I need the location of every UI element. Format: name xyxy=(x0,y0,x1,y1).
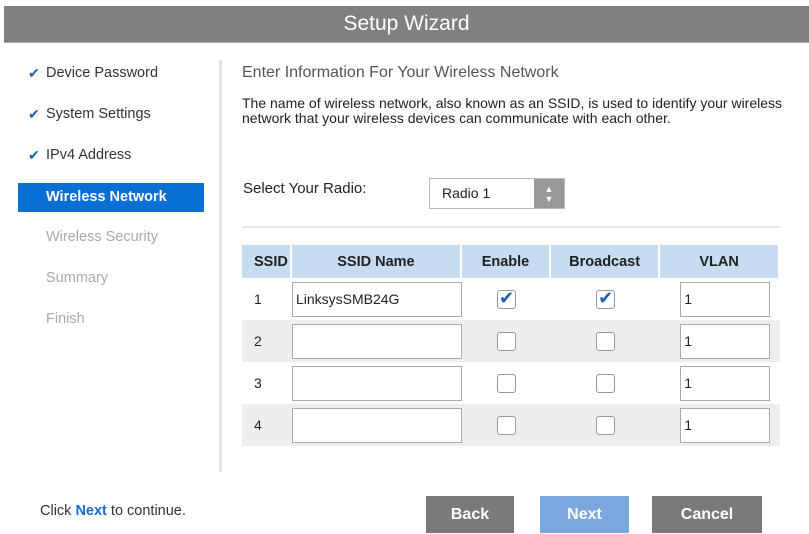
check-icon: ✔ xyxy=(28,147,40,163)
ssid-name-input[interactable] xyxy=(291,365,462,401)
ssid-name-input[interactable]: LinksysSMB24G xyxy=(291,281,462,317)
step-wireless-security: Wireless Security xyxy=(46,229,158,245)
step-ipv4-address[interactable]: ✔ IPv4 Address xyxy=(18,142,204,183)
enable-checkbox[interactable] xyxy=(496,373,516,393)
ssid-number: 3 xyxy=(254,375,262,391)
ssid-table: SSID SSID Name Enable Broadcast VLAN 1 L… xyxy=(242,245,780,446)
wizard-title: Setup Wizard xyxy=(4,6,809,43)
footer-hint: Click Next to continue. xyxy=(40,503,186,519)
ssid-name-input[interactable] xyxy=(291,407,462,443)
col-vlan: VLAN xyxy=(660,245,780,278)
enable-checkbox[interactable] xyxy=(496,415,516,435)
col-ssid-name: SSID Name xyxy=(291,245,462,278)
radio-label: Select Your Radio: xyxy=(243,180,367,197)
enable-checkbox[interactable] xyxy=(496,331,516,351)
step-summary: Summary xyxy=(46,270,109,286)
step-system-settings[interactable]: ✔ System Settings xyxy=(18,101,204,142)
radio-select[interactable]: Radio 1 ▲ ▼ xyxy=(429,178,565,209)
table-row: 4 1 xyxy=(242,404,780,446)
table-row: 2 1 xyxy=(242,320,780,362)
step-wireless-network[interactable]: Wireless Network xyxy=(18,183,204,212)
vlan-input[interactable]: 1 xyxy=(680,365,771,401)
broadcast-checkbox[interactable] xyxy=(596,415,616,435)
broadcast-checkbox[interactable] xyxy=(596,331,616,351)
divider xyxy=(219,60,222,472)
check-icon: ✔ xyxy=(28,65,40,81)
broadcast-checkbox[interactable] xyxy=(596,288,616,309)
section-heading: Enter Information For Your Wireless Netw… xyxy=(242,64,559,81)
broadcast-checkbox[interactable] xyxy=(596,373,616,393)
step-device-password[interactable]: ✔ Device Password xyxy=(18,60,204,101)
footer-next-link: Next xyxy=(75,503,107,519)
enable-checkbox[interactable] xyxy=(496,288,516,309)
step-label: IPv4 Address xyxy=(46,147,132,163)
check-icon: ✔ xyxy=(28,106,40,122)
ssid-number: 1 xyxy=(254,291,262,307)
spinner-arrows-icon: ▲ ▼ xyxy=(534,179,564,208)
step-finish: Finish xyxy=(46,311,85,327)
ssid-number: 2 xyxy=(242,320,292,362)
separator xyxy=(242,226,780,228)
vlan-input[interactable]: 1 xyxy=(680,407,771,443)
step-label: System Settings xyxy=(46,106,151,122)
step-label: Device Password xyxy=(46,65,159,81)
section-description: The name of wireless network, also known… xyxy=(242,95,783,126)
col-ssid: SSID xyxy=(242,245,292,278)
radio-select-value: Radio 1 xyxy=(442,185,491,201)
col-enable: Enable xyxy=(461,245,552,278)
vlan-input[interactable]: 1 xyxy=(680,323,771,359)
back-button[interactable]: Back xyxy=(426,496,514,533)
next-button[interactable]: Next xyxy=(540,496,629,533)
table-row: 1 LinksysSMB24G 1 xyxy=(242,278,780,320)
footer-text: to continue. xyxy=(106,503,186,519)
ssid-name-input[interactable] xyxy=(291,323,462,359)
wizard-steps: ✔ Device Password ✔ System Settings ✔ IPv4 … xyxy=(18,60,204,347)
vlan-input[interactable]: 1 xyxy=(680,281,771,317)
footer-text: Click xyxy=(40,503,76,519)
ssid-number: 4 xyxy=(242,404,292,446)
table-row: 3 1 xyxy=(242,362,780,404)
cancel-button[interactable]: Cancel xyxy=(652,496,762,533)
col-broadcast: Broadcast xyxy=(551,245,661,278)
